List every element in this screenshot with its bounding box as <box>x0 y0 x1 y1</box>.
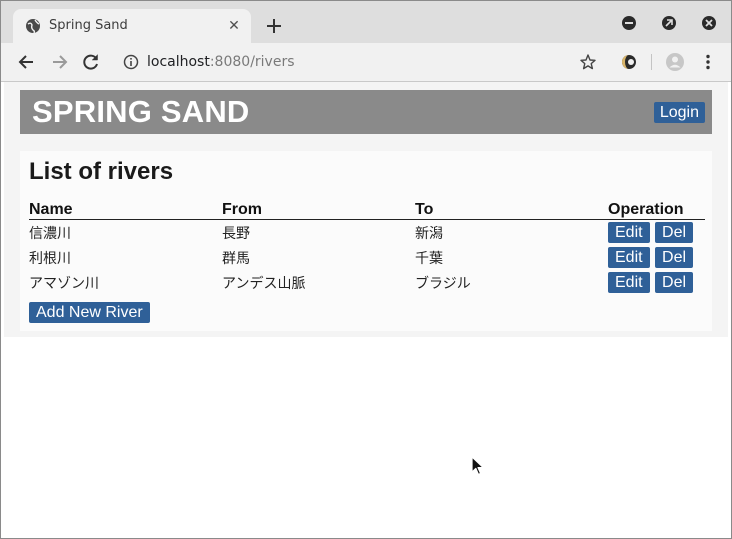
forward-icon[interactable] <box>49 52 69 72</box>
cell-name: 利根川 <box>29 250 71 267</box>
tab-strip: Spring Sand ✕ <box>1 1 731 43</box>
toolbar-divider <box>651 54 652 70</box>
profile-icon[interactable] <box>665 52 685 72</box>
close-icon[interactable]: ✕ <box>225 17 243 35</box>
table-row: 利根川 群馬 千葉 Edit Del <box>29 245 705 270</box>
table-row: 信濃川 長野 新潟 Edit Del <box>29 220 705 246</box>
delete-button[interactable]: Del <box>655 247 694 268</box>
cell-from: アンデス山脈 <box>222 275 306 292</box>
back-icon[interactable] <box>17 52 37 72</box>
site-header: SPRING SAND Login <box>20 90 712 134</box>
extension-icon[interactable] <box>619 52 639 72</box>
column-header-name: Name <box>29 197 222 220</box>
browser-tab[interactable]: Spring Sand ✕ <box>13 9 251 43</box>
page-title: List of rivers <box>29 158 174 185</box>
window-close-icon[interactable] <box>701 15 717 31</box>
address-bar[interactable]: localhost:8080/rivers <box>113 47 609 77</box>
rivers-table: Name From To Operation 信濃川 長野 新潟 Edit De… <box>29 197 705 295</box>
delete-button[interactable]: Del <box>655 222 694 243</box>
rivers-panel: List of rivers Name From To Operation 信濃… <box>20 151 712 331</box>
edit-button[interactable]: Edit <box>608 222 650 243</box>
column-header-from: From <box>222 197 415 220</box>
column-header-operation: Operation <box>608 197 705 220</box>
restore-icon[interactable] <box>661 15 677 31</box>
reload-icon[interactable] <box>81 52 101 72</box>
delete-button[interactable]: Del <box>655 272 694 293</box>
cell-operation: Edit Del <box>608 245 705 270</box>
cell-operation: Edit Del <box>608 220 705 246</box>
table-row: アマゾン川 アンデス山脈 ブラジル Edit Del <box>29 270 705 295</box>
site-brand[interactable]: SPRING SAND <box>32 94 250 130</box>
url-host: localhost <box>147 54 210 70</box>
edit-button[interactable]: Edit <box>608 272 650 293</box>
tab-title: Spring Sand <box>49 18 128 33</box>
minimize-icon[interactable] <box>621 15 637 31</box>
menu-icon[interactable] <box>698 52 718 72</box>
page-content: SPRING SAND Login List of rivers Name Fr… <box>1 82 731 538</box>
browser-window: Spring Sand ✕ localhost:8080/rivers SPRI… <box>0 0 732 539</box>
edit-button[interactable]: Edit <box>608 247 650 268</box>
login-button[interactable]: Login <box>653 102 705 123</box>
plus-icon[interactable] <box>263 15 285 37</box>
cell-operation: Edit Del <box>608 270 705 295</box>
cell-to: 新潟 <box>415 225 443 242</box>
column-header-to: To <box>415 197 608 220</box>
info-icon[interactable] <box>123 54 139 70</box>
add-river-button[interactable]: Add New River <box>29 302 150 323</box>
url-text[interactable]: localhost:8080/rivers <box>147 54 295 70</box>
cell-to: 千葉 <box>415 250 443 267</box>
globe-icon <box>26 19 40 34</box>
cell-from: 群馬 <box>222 250 250 267</box>
url-path: :8080/rivers <box>209 54 295 70</box>
table-header-row: Name From To Operation <box>29 197 705 220</box>
cell-from: 長野 <box>222 225 250 242</box>
browser-toolbar: localhost:8080/rivers <box>1 43 731 82</box>
cell-name: 信濃川 <box>29 225 71 242</box>
cell-to: ブラジル <box>415 275 471 292</box>
cell-name: アマゾン川 <box>29 275 99 292</box>
star-icon[interactable] <box>579 53 597 71</box>
cursor-icon <box>471 456 484 475</box>
